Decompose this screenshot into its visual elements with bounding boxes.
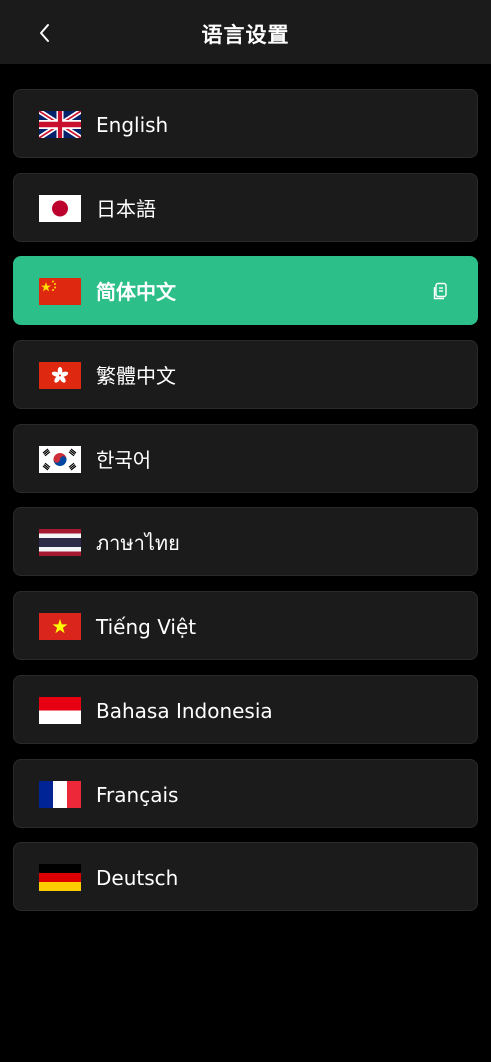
- language-item-english[interactable]: English: [13, 89, 478, 158]
- language-label: 日本語: [96, 196, 156, 221]
- france-flag-icon: [39, 780, 81, 808]
- indonesia-flag-icon: [39, 696, 81, 724]
- language-label: 한국어: [96, 447, 152, 472]
- uk-flag-icon: [39, 111, 81, 138]
- language-item-japanese[interactable]: 日本語: [13, 172, 478, 242]
- language-item-indonesian[interactable]: Bahasa Indonesia: [13, 674, 478, 744]
- germany-flag-icon: [39, 864, 81, 892]
- language-label: Deutsch: [96, 866, 179, 891]
- language-item-german[interactable]: Deutsch: [13, 842, 478, 912]
- language-list: English 日本語 简体中文 繁體中文 한국어 ภาษาไทย Tiếng …: [13, 89, 478, 926]
- language-label: Français: [96, 782, 179, 807]
- language-label: Tiếng Việt: [96, 615, 197, 640]
- selected-check-icon: [433, 282, 449, 300]
- south-korea-flag-icon: [39, 445, 81, 473]
- thailand-flag-icon: [39, 529, 81, 557]
- language-item-korean[interactable]: 한국어: [13, 423, 478, 493]
- language-item-simplified-chinese[interactable]: 简体中文: [13, 256, 478, 326]
- language-label: ภาษาไทย: [96, 531, 180, 556]
- top-bar: 语言设置: [0, 0, 491, 64]
- vietnam-flag-icon: [39, 613, 81, 641]
- japan-flag-icon: [39, 194, 81, 222]
- hong-kong-flag-icon: [39, 362, 81, 390]
- page-title: 语言设置: [201, 23, 290, 47]
- language-label: Bahasa Indonesia: [96, 698, 273, 723]
- language-label: English: [96, 113, 169, 137]
- language-item-vietnamese[interactable]: Tiếng Việt: [13, 591, 478, 661]
- language-label: 繁體中文: [96, 364, 176, 389]
- language-item-traditional-chinese[interactable]: 繁體中文: [13, 340, 478, 410]
- language-label: 简体中文: [96, 280, 176, 305]
- language-item-french[interactable]: Français: [13, 758, 478, 828]
- china-flag-icon: [39, 278, 81, 306]
- language-item-thai[interactable]: ภาษาไทย: [13, 507, 478, 577]
